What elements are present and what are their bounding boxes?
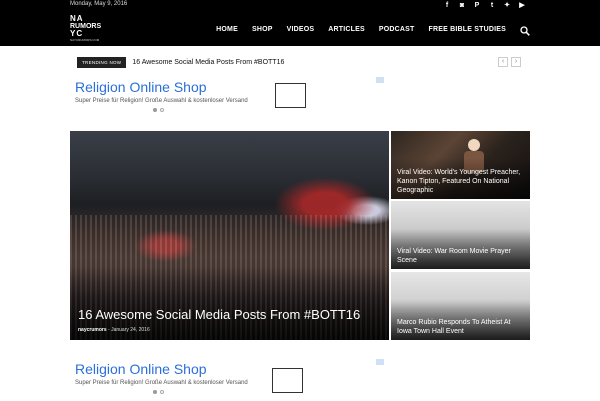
search-icon[interactable]: [520, 23, 532, 36]
ad-description: Super Preise für Religion! Große Auswahl…: [75, 380, 248, 386]
ad-title[interactable]: Religion Online Shop: [75, 361, 207, 377]
trending-headline[interactable]: 16 Awesome Social Media Posts From #BOTT…: [132, 59, 284, 66]
featured-side-post-1[interactable]: Viral Video: World's Youngest Preacher, …: [391, 131, 530, 199]
post-date: January 24, 2016: [111, 327, 150, 333]
top-utility-bar: Monday, May 9, 2016 f ◙ P t ✦ ▶: [0, 0, 600, 12]
featured-side-post-3[interactable]: Marco Rubio Responds To Atheist At Iowa …: [391, 272, 530, 340]
post-author[interactable]: naycrumors: [78, 327, 107, 333]
youtube-icon[interactable]: ▶: [518, 1, 526, 10]
featured-side-post-2[interactable]: Viral Video: War Room Movie Prayer Scene: [391, 201, 530, 269]
carousel-dot-active[interactable]: [153, 108, 157, 112]
current-date: Monday, May 9, 2016: [70, 1, 128, 7]
carousel-dot[interactable]: [160, 108, 164, 112]
site-logo[interactable]: NA RUMORS YC NAYCRUMORS.COM: [70, 14, 101, 43]
nav-podcast[interactable]: PODCAST: [379, 26, 415, 33]
ad-choices-icon[interactable]: [376, 359, 384, 365]
carousel-dot[interactable]: [160, 390, 164, 394]
tumblr-icon[interactable]: t: [488, 1, 496, 10]
logo-line-1: NA: [70, 14, 84, 23]
featured-side-title-3[interactable]: Marco Rubio Responds To Atheist At Iowa …: [397, 318, 527, 336]
pinterest-icon[interactable]: P: [473, 1, 481, 10]
social-icons: f ◙ P t ✦ ▶: [443, 1, 526, 10]
ad-choices-icon[interactable]: [376, 77, 384, 83]
twitter-icon[interactable]: ✦: [503, 1, 511, 10]
featured-main-title[interactable]: 16 Awesome Social Media Posts From #BOTT…: [78, 307, 360, 322]
featured-side-title-1[interactable]: Viral Video: World's Youngest Preacher, …: [397, 168, 527, 195]
ad-carousel-dots: [153, 390, 164, 394]
nav-free-bible-studies[interactable]: FREE BIBLE STUDIES: [429, 26, 507, 33]
trending-bar: TRENDING NOW 16 Awesome Social Media Pos…: [77, 57, 284, 68]
ad-banner-top[interactable]: Religion Online Shop Super Preise für Re…: [70, 77, 386, 119]
ad-carousel-dots: [153, 108, 164, 112]
instagram-icon[interactable]: ◙: [458, 1, 466, 10]
ad-image[interactable]: [275, 83, 306, 108]
facebook-icon[interactable]: f: [443, 1, 451, 10]
ad-image[interactable]: [272, 368, 303, 393]
ad-banner-bottom[interactable]: Religion Online Shop Super Preise für Re…: [70, 359, 386, 401]
preacher-head: [468, 139, 480, 151]
nav-shop[interactable]: SHOP: [252, 26, 273, 33]
featured-main-meta: naycrumors - January 24, 2016: [78, 327, 150, 333]
nav-articles[interactable]: ARTICLES: [328, 26, 365, 33]
site-header: NA RUMORS YC NAYCRUMORS.COM HOME SHOP VI…: [0, 12, 600, 46]
featured-main-post[interactable]: 16 Awesome Social Media Posts From #BOTT…: [70, 131, 389, 340]
trending-prev-button[interactable]: ‹: [498, 57, 508, 67]
logo-line-3: YC: [70, 29, 84, 38]
featured-side-title-2[interactable]: Viral Video: War Room Movie Prayer Scene: [397, 247, 527, 265]
main-nav: HOME SHOP VIDEOS ARTICLES PODCAST FREE B…: [216, 12, 532, 46]
trending-arrows: ‹ ›: [498, 57, 521, 67]
ad-title[interactable]: Religion Online Shop: [75, 79, 207, 95]
logo-line-4: NAYCRUMORS.COM: [70, 38, 100, 42]
nav-videos[interactable]: VIDEOS: [287, 26, 315, 33]
trending-next-button[interactable]: ›: [511, 57, 521, 67]
ad-description: Super Preise für Religion! Große Auswahl…: [75, 98, 248, 104]
carousel-dot-active[interactable]: [153, 390, 157, 394]
trending-badge: TRENDING NOW: [77, 57, 127, 68]
nav-home[interactable]: HOME: [216, 26, 238, 33]
